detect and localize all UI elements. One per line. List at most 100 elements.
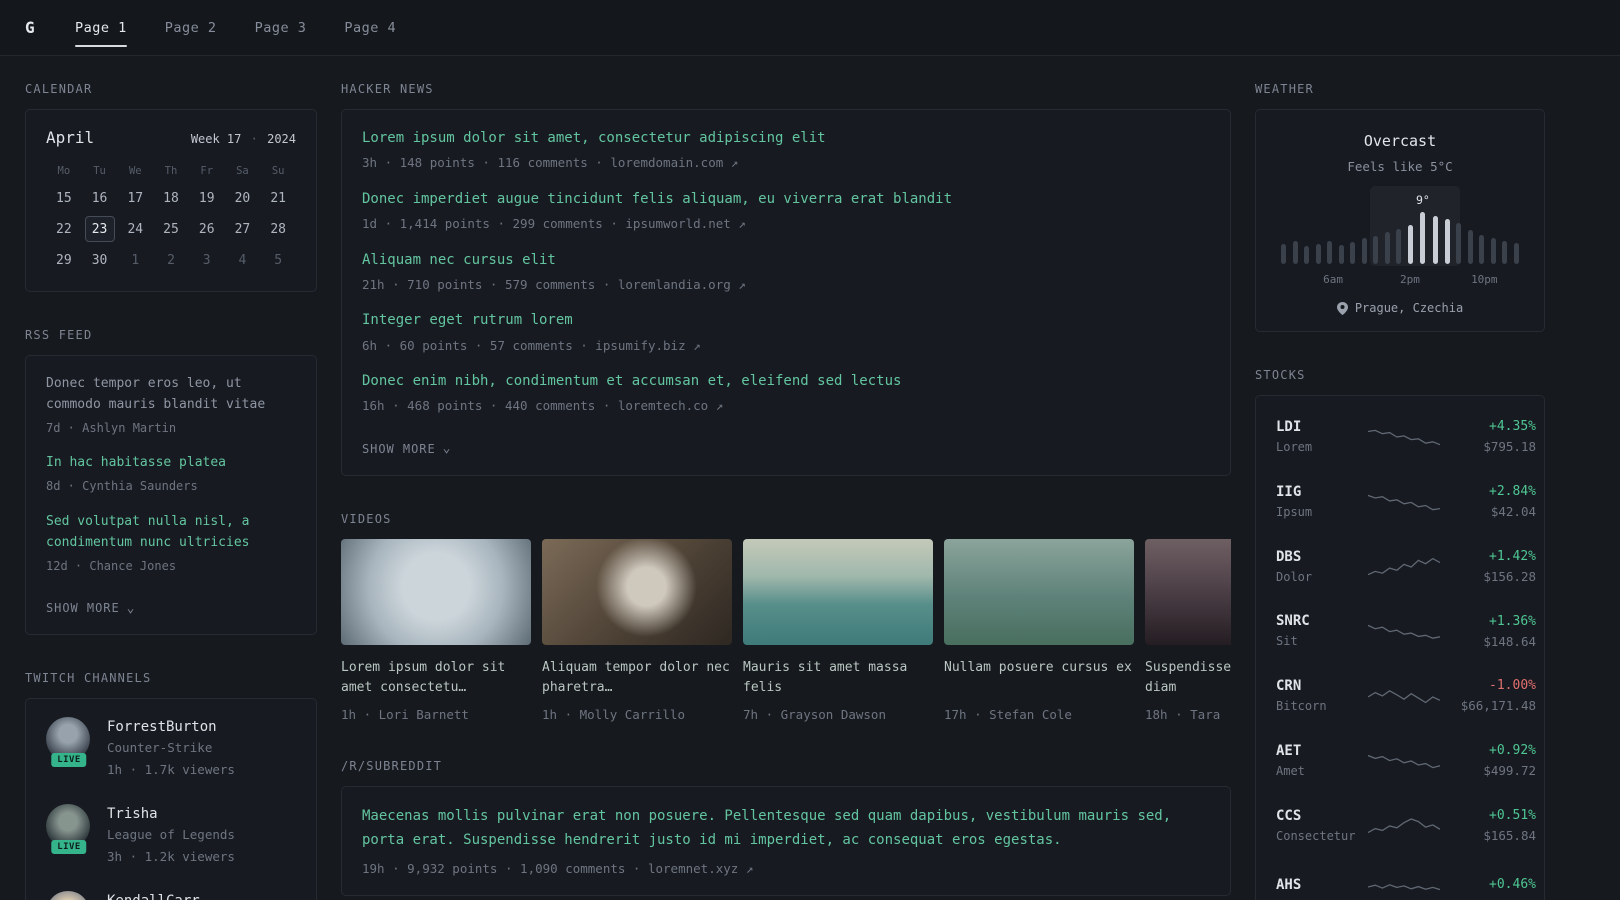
stock-symbol[interactable]: AET bbox=[1276, 743, 1368, 759]
stocks-list: LDI Lorem +4.35% $795.18 IIG Ipsum +2.84% $42.0… bbox=[1276, 405, 1536, 900]
stock-name: Dolor bbox=[1276, 569, 1313, 584]
tab-page-3[interactable]: Page 3 bbox=[255, 0, 307, 55]
tab-page-1[interactable]: Page 1 bbox=[75, 0, 127, 55]
stock-values: +1.36% $148.64 bbox=[1440, 614, 1536, 651]
hn-item-title[interactable]: Lorem ipsum dolor sit amet, consectetur … bbox=[362, 128, 1210, 148]
stock-sparkline bbox=[1368, 423, 1440, 451]
weather-bar bbox=[1433, 216, 1439, 264]
tab-page-4[interactable]: Page 4 bbox=[344, 0, 396, 55]
weather-bar-slot bbox=[1278, 244, 1290, 264]
stock-price: $499.72 bbox=[1483, 763, 1536, 779]
stock-row: AET Amet +0.92% $499.72 bbox=[1276, 729, 1536, 794]
hackernews-show-more-button[interactable]: SHOW MORE ⌄ bbox=[362, 442, 451, 456]
channel-name[interactable]: KendallCarr bbox=[107, 893, 200, 900]
hn-item-domain-link[interactable]: ipsumworld.net ↗ bbox=[625, 216, 745, 231]
stock-symbol[interactable]: IIG bbox=[1276, 484, 1368, 500]
rss-item: Sed volutpat nulla nisl, a condimentum n… bbox=[46, 512, 296, 574]
subreddit-post-domain-link[interactable]: loremnet.xyz ↗ bbox=[648, 861, 753, 876]
weekday-label: We bbox=[128, 165, 142, 177]
calendar-day: 26 bbox=[198, 221, 215, 237]
video-thumbnail[interactable] bbox=[944, 538, 1134, 645]
rss-card: Donec tempor eros leo, ut commodo mauris… bbox=[25, 355, 317, 636]
video-title[interactable]: Mauris sit amet massa felis bbox=[743, 658, 933, 699]
video-card: Aliquam tempor dolor nec pharetra… 1h · M… bbox=[542, 538, 732, 724]
weather-bar bbox=[1304, 246, 1310, 264]
weather-bar bbox=[1467, 230, 1473, 264]
video-thumbnail[interactable] bbox=[341, 538, 531, 645]
hn-item-info: 1d · 1,414 points · 299 comments · bbox=[362, 216, 626, 232]
channel-game: League of Legends bbox=[107, 827, 235, 843]
channel-name[interactable]: Trisha bbox=[107, 806, 235, 822]
video-thumbnail[interactable] bbox=[542, 538, 732, 645]
stock-symbol[interactable]: SNRC bbox=[1276, 613, 1368, 629]
hn-item-meta: 16h · 468 points · 440 comments · loremt… bbox=[362, 397, 1210, 415]
dashboard: CALENDAR April Week 17 · 2024 Mo Tu We Th Fr… bbox=[0, 56, 1620, 900]
calendar-widget: CALENDAR April Week 17 · 2024 Mo Tu We Th Fr… bbox=[25, 82, 317, 292]
hn-item-meta: 3h · 148 points · 116 comments · loremdo… bbox=[362, 154, 1210, 172]
stock-sparkline-chart bbox=[1368, 818, 1440, 834]
external-link-icon: ↗ bbox=[738, 216, 746, 232]
stock-symbol[interactable]: LDI bbox=[1276, 419, 1368, 435]
twitch-channel-info: ForrestBurton Counter-Strike 1h · 1.7k vie… bbox=[107, 717, 235, 778]
external-link-icon: ↗ bbox=[693, 337, 701, 353]
stock-values: +0.92% $499.72 bbox=[1440, 743, 1536, 780]
video-title[interactable]: Lorem ipsum dolor sit amet consectetu… bbox=[341, 658, 531, 699]
weather-feels-like: Feels like 5°C bbox=[1347, 159, 1453, 174]
rss-item-title[interactable]: In hac habitasse platea bbox=[46, 453, 296, 474]
rss-show-more-button[interactable]: SHOW MORE ⌄ bbox=[46, 601, 135, 615]
hn-item-title[interactable]: Aliquam nec cursus elit bbox=[362, 250, 1210, 270]
video-title[interactable]: Aliquam tempor dolor nec pharetra… bbox=[542, 658, 732, 699]
video-title[interactable]: Nullam posuere cursus ex bbox=[944, 658, 1134, 699]
weather-bar bbox=[1384, 232, 1390, 264]
weather-bar bbox=[1444, 219, 1450, 264]
calendar-day: 3 bbox=[202, 252, 211, 268]
stock-symbol[interactable]: DBS bbox=[1276, 549, 1368, 565]
rss-item-meta: 12d · Chance Jones bbox=[46, 558, 177, 573]
weather-bar-slot bbox=[1393, 229, 1405, 264]
calendar-day: 2 bbox=[167, 252, 175, 268]
external-link-icon: ↗ bbox=[738, 276, 746, 292]
weather-bar-slot bbox=[1441, 219, 1453, 264]
stock-values: +2.84% $42.04 bbox=[1440, 484, 1536, 521]
calendar-day: 22 bbox=[56, 221, 72, 237]
rss-item-title[interactable]: Donec tempor eros leo, ut commodo mauris… bbox=[46, 374, 296, 416]
weather-bar-slot bbox=[1313, 244, 1325, 264]
rss-item-title[interactable]: Sed volutpat nulla nisl, a condimentum n… bbox=[46, 512, 296, 554]
twitch-channel-info: Trisha League of Legends 3h · 1.2k viewers bbox=[107, 804, 235, 865]
hn-item-domain-link[interactable]: ipsumify.biz ↗ bbox=[595, 338, 700, 353]
calendar-day: 16 bbox=[91, 190, 108, 206]
avatar: LIVE bbox=[46, 804, 92, 855]
stock-sparkline-chart bbox=[1368, 689, 1440, 703]
hn-item-domain-link[interactable]: loremdomain.com ↗ bbox=[610, 155, 738, 170]
stock-sparkline bbox=[1368, 553, 1440, 581]
weather-widget-title: WEATHER bbox=[1255, 82, 1314, 96]
hn-item-domain-link[interactable]: loremtech.co ↗ bbox=[618, 398, 723, 413]
hn-item-title[interactable]: Donec imperdiet augue tincidunt felis al… bbox=[362, 189, 1210, 209]
hn-item-title[interactable]: Integer eget rutrum lorem bbox=[362, 310, 1210, 330]
channel-name[interactable]: ForrestBurton bbox=[107, 719, 235, 735]
weather-bar bbox=[1513, 243, 1519, 264]
stocks-card: LDI Lorem +4.35% $795.18 IIG Ipsum +2.84% $42.0… bbox=[1255, 395, 1545, 900]
video-meta: 7h · Grayson Dawson bbox=[743, 706, 886, 722]
weather-bar bbox=[1292, 241, 1298, 264]
videos-list: Lorem ipsum dolor sit amet consectetu… 1h… bbox=[341, 538, 1231, 724]
rss-widget: RSS FEED Donec tempor eros leo, ut commo… bbox=[25, 328, 317, 636]
stock-price: $165.84 bbox=[1483, 827, 1536, 843]
app-logo[interactable]: G bbox=[25, 18, 71, 37]
stock-symbol[interactable]: CRN bbox=[1276, 678, 1368, 694]
twitch-widget: TWITCH CHANNELS LIVE ForrestBurton Counter… bbox=[25, 671, 317, 900]
stock-symbol[interactable]: CCS bbox=[1276, 808, 1368, 824]
hn-item-title[interactable]: Donec enim nibh, condimentum et accumsan… bbox=[362, 371, 1210, 391]
subreddit-post-title[interactable]: Maecenas mollis pulvinar erat non posuer… bbox=[362, 805, 1210, 851]
video-thumbnail[interactable] bbox=[743, 538, 933, 645]
stock-symbol[interactable]: AHS bbox=[1276, 877, 1368, 893]
video-card: Lorem ipsum dolor sit amet consectetu… 1h… bbox=[341, 538, 531, 724]
video-thumbnail[interactable] bbox=[1145, 538, 1231, 645]
calendar-day-selected: 23 bbox=[84, 216, 115, 242]
weather-time-label: 6am bbox=[1323, 273, 1343, 286]
weather-time-label: 2pm bbox=[1399, 273, 1420, 286]
stock-change: -1.00% bbox=[1489, 678, 1536, 694]
tab-page-2[interactable]: Page 2 bbox=[165, 0, 217, 55]
hn-item-domain-link[interactable]: loremlandia.org ↗ bbox=[618, 277, 746, 292]
video-title[interactable]: Suspendisse consequat diam bbox=[1145, 658, 1231, 699]
